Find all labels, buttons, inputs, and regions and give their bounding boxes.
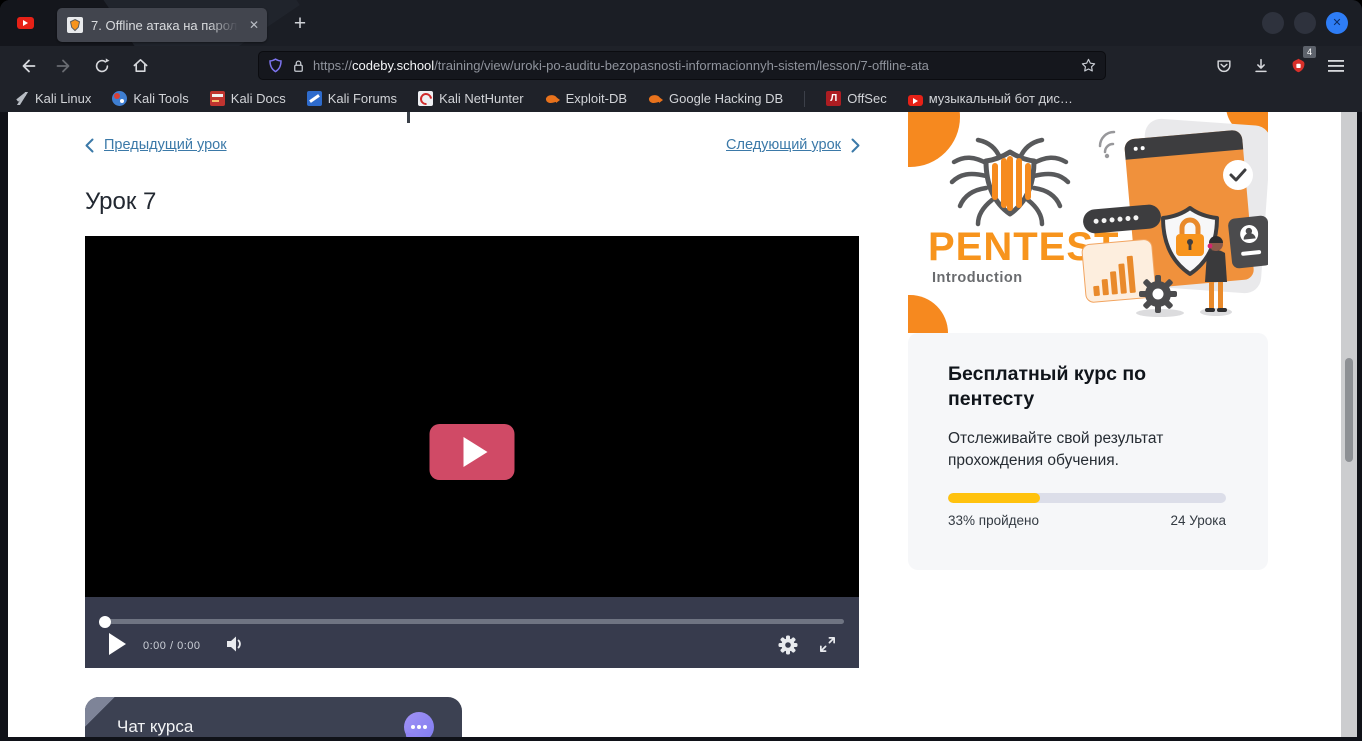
bookmark-label: музыкальный бот дис… — [929, 91, 1073, 106]
lesson-navigation: Предыдущий урок Следующий урок — [85, 137, 860, 153]
reload-button[interactable] — [86, 52, 118, 80]
video-controls: 0:00 / 0:00 — [85, 597, 859, 668]
youtube-icon — [17, 17, 34, 29]
url-text: https://codeby.school/training/view/urok… — [313, 58, 1073, 73]
kali-dragon-icon — [14, 91, 29, 106]
bookmark-label: Kali Linux — [35, 91, 91, 106]
url-bar[interactable]: https://codeby.school/training/view/urok… — [258, 51, 1106, 80]
browser-window: 7. Offline атака на пароли ✕ + ✕ — [0, 0, 1362, 741]
window-maximize-button[interactable] — [1294, 12, 1316, 34]
window-titlebar: 7. Offline атака на пароли ✕ + ✕ — [0, 0, 1362, 46]
pocket-icon[interactable] — [1208, 52, 1240, 80]
youtube-icon — [908, 95, 923, 106]
bookmark-label: Kali NetHunter — [439, 91, 524, 106]
bookmark-item[interactable]: Kali Forums — [307, 91, 397, 106]
gear-icon — [1139, 275, 1177, 313]
bookmark-label: Kali Docs — [231, 91, 286, 106]
extension-icon[interactable]: 4 — [1282, 52, 1314, 80]
window-close-button[interactable]: ✕ — [1326, 12, 1348, 34]
forward-button[interactable] — [48, 52, 80, 80]
kali-docs-icon — [210, 91, 225, 106]
previous-lesson-label[interactable]: Предыдущий урок — [104, 137, 227, 153]
brand-subtitle: Introduction — [932, 270, 1023, 286]
course-progress-bar — [948, 493, 1226, 503]
offsec-icon — [826, 91, 841, 106]
codeby-favicon — [67, 17, 83, 33]
bookmark-item[interactable]: музыкальный бот дис… — [908, 91, 1073, 106]
extension-badge: 4 — [1303, 46, 1316, 58]
course-chat-widget[interactable]: Чат курса — [85, 697, 462, 737]
exploit-db-icon — [545, 91, 560, 106]
security-illustration — [1082, 118, 1268, 317]
video-time: 0:00 / 0:00 — [143, 640, 201, 652]
bookmarks-bar-items: Kali Linux Kali Tools Kali Docs Kali For… — [14, 91, 1073, 107]
menu-hamburger-icon[interactable] — [1320, 52, 1352, 80]
lesson-title: Урок 7 — [85, 188, 156, 216]
bookmark-item[interactable]: Kali Tools — [112, 91, 188, 106]
navigation-toolbar: https://codeby.school/training/view/urok… — [0, 46, 1362, 85]
scrolled-text-remnant — [407, 112, 410, 123]
check-circle-icon — [1223, 160, 1253, 190]
bookmark-label: OffSec — [847, 91, 887, 106]
bookmark-label: Kali Tools — [133, 91, 188, 106]
kali-tools-icon — [112, 91, 127, 106]
bookmarks-separator — [804, 91, 805, 107]
bookmark-item[interactable]: Exploit-DB — [545, 91, 627, 106]
page-content: Предыдущий урок Следующий урок Урок 7 0:… — [8, 112, 1341, 737]
bookmark-label: Exploit-DB — [566, 91, 627, 106]
tab-active[interactable]: 7. Offline атака на пароли ✕ — [57, 8, 267, 42]
big-play-button[interactable] — [430, 424, 515, 480]
next-lesson-label[interactable]: Следующий урок — [726, 137, 841, 153]
lessons-count-label: 24 Урока — [1171, 513, 1226, 528]
bookmark-item[interactable]: Kali Docs — [210, 91, 286, 106]
tab-close-icon[interactable]: ✕ — [249, 19, 259, 31]
course-card-description: Отслеживайте свой результат прохождения … — [948, 428, 1198, 473]
settings-gear-icon[interactable] — [778, 635, 798, 660]
course-card-title: Бесплатный курс по пентесту — [948, 362, 1218, 413]
bookmark-item[interactable]: Kali Linux — [14, 91, 91, 106]
window-minimize-button[interactable] — [1262, 12, 1284, 34]
tab-title: 7. Offline атака на пароли — [91, 18, 241, 33]
play-icon[interactable] — [109, 633, 126, 655]
chat-bubble-icon[interactable] — [404, 712, 434, 737]
wifi-icon — [1100, 132, 1114, 152]
previous-lesson-link[interactable]: Предыдущий урок — [85, 137, 227, 153]
seek-handle[interactable] — [99, 616, 111, 628]
window-controls: ✕ — [1262, 12, 1348, 34]
course-banner: PENTEST Introduction — [908, 112, 1268, 333]
bookmark-item[interactable]: OffSec — [826, 91, 887, 106]
chat-dots — [411, 725, 415, 729]
new-tab-button[interactable]: + — [286, 11, 314, 37]
progress-percent-label: 33% пройдено — [948, 513, 1039, 528]
chat-title: Чат курса — [117, 717, 193, 737]
volume-icon[interactable] — [225, 634, 245, 659]
tracking-protection-shield-icon[interactable] — [267, 57, 284, 74]
google-hacking-db-icon — [648, 91, 663, 106]
downloads-icon[interactable] — [1245, 52, 1277, 80]
bookmark-label: Google Hacking DB — [669, 91, 783, 106]
lock-icon — [291, 58, 306, 74]
video-seek-bar[interactable] — [100, 619, 844, 624]
back-button[interactable] — [12, 52, 44, 80]
bookmark-label: Kali Forums — [328, 91, 397, 106]
pinned-tab-youtube[interactable] — [10, 12, 40, 34]
course-progress-card: Бесплатный курс по пентесту Отслеживайте… — [908, 333, 1268, 570]
id-badge-icon — [1227, 215, 1268, 269]
video-player[interactable]: 0:00 / 0:00 — [85, 236, 859, 668]
bookmark-star-icon[interactable] — [1080, 57, 1097, 74]
kali-forums-icon — [307, 91, 322, 106]
bookmark-item[interactable]: Kali NetHunter — [418, 91, 524, 106]
chevron-left-icon — [85, 138, 94, 153]
bookmark-item[interactable]: Google Hacking DB — [648, 91, 783, 106]
bookmarks-bar: Kali Linux Kali Tools Kali Docs Kali For… — [0, 85, 1362, 112]
chevron-right-icon — [851, 138, 860, 153]
kali-nethunter-icon — [418, 91, 433, 106]
orange-corner-decoration — [908, 112, 960, 167]
next-lesson-link[interactable]: Следующий урок — [726, 137, 860, 153]
page-scrollbar-thumb[interactable] — [1345, 358, 1353, 462]
course-progress-fill — [948, 493, 1040, 503]
fullscreen-icon[interactable] — [818, 635, 837, 659]
home-button[interactable] — [124, 52, 156, 80]
